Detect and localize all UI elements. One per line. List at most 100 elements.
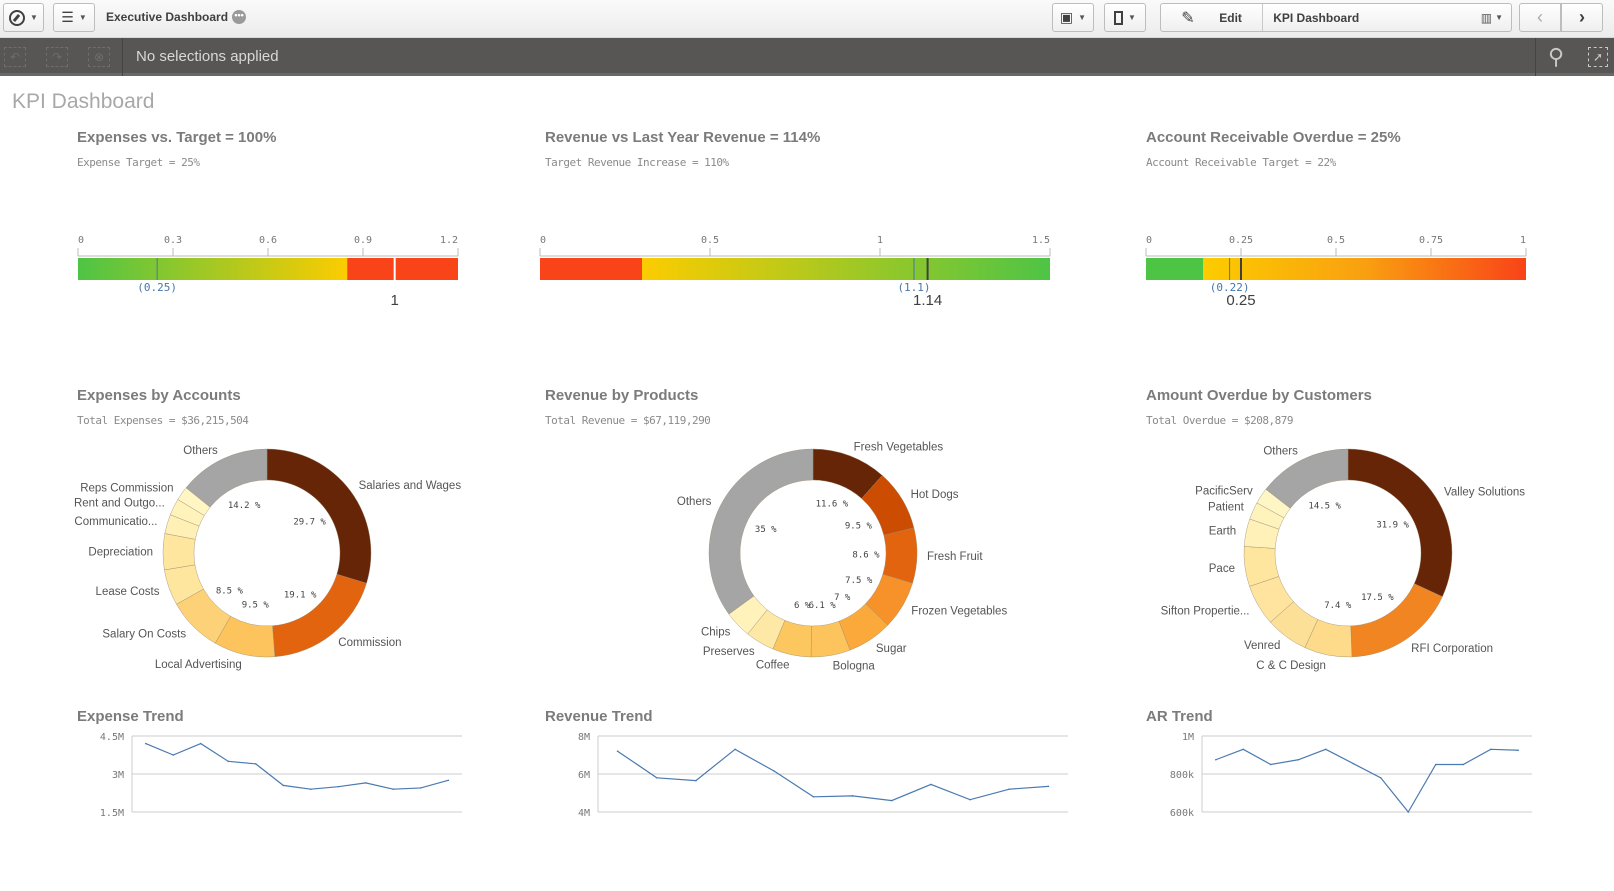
caret-down-icon: ▼ xyxy=(1128,13,1136,22)
data-point xyxy=(172,754,175,756)
sheet-selector[interactable]: KPI Dashboard ▥ ▼ xyxy=(1263,4,1511,31)
donut-slice xyxy=(162,533,196,571)
search-icon[interactable]: ⚲ xyxy=(1548,44,1564,70)
donut-svg: Salaries and Wages 29.7 % Commission 19.1 %… xyxy=(74,445,461,671)
trend-line xyxy=(617,748,1049,802)
sheet-list-button[interactable]: ☰ ▼ xyxy=(53,3,95,32)
slice-label: Fresh Fruit xyxy=(927,551,983,563)
divider xyxy=(122,38,123,76)
data-point xyxy=(695,779,697,782)
next-sheet-button[interactable]: › xyxy=(1561,3,1603,32)
value-label: 1.14 xyxy=(913,292,942,309)
data-point xyxy=(1379,777,1382,779)
tick-label: 0.5 xyxy=(701,236,719,246)
sheet-name: KPI Dashboard xyxy=(1273,10,1360,25)
more-options-icon[interactable]: ••• xyxy=(232,10,247,24)
data-point xyxy=(1489,748,1492,751)
slice-pct-label: 14.5 % xyxy=(1308,501,1341,511)
donut-slice xyxy=(882,527,918,584)
selection-tool-icon[interactable]: ➚ xyxy=(1588,47,1608,67)
slice-label: Pace xyxy=(1209,563,1235,575)
slice-label: Valley Solutions xyxy=(1444,487,1525,499)
data-point xyxy=(1462,763,1465,766)
slice-label: Venred xyxy=(1244,640,1280,652)
data-point xyxy=(773,770,776,772)
chart-icon: ▥ xyxy=(1480,10,1493,25)
tick-label: 1 xyxy=(877,236,883,246)
bookmarks-button[interactable]: ▼ xyxy=(1104,3,1146,32)
slice-pct-label: 7.5 % xyxy=(845,576,873,586)
data-point xyxy=(851,795,854,797)
gauge-segment xyxy=(1203,258,1526,280)
slice-label: Depreciation xyxy=(88,547,153,559)
step-forward-icon[interactable]: ↷ xyxy=(46,47,68,67)
slice-pct-label: 11.6 % xyxy=(816,499,849,509)
data-point xyxy=(392,788,395,790)
edit-sheet-group: ✎ Edit KPI Dashboard ▥ ▼ xyxy=(1160,3,1512,32)
slice-label: Local Advertising xyxy=(155,659,242,671)
chart-title: Expenses by Accounts xyxy=(77,387,241,404)
edit-button[interactable]: ✎ Edit xyxy=(1161,4,1264,31)
tick-label: 0 xyxy=(540,236,546,246)
step-back-icon[interactable]: ↶ xyxy=(4,47,26,67)
present-button[interactable]: ▣ ▼ xyxy=(1052,3,1094,32)
data-point xyxy=(1008,788,1011,790)
slice-pct-label: 6.1 % xyxy=(809,601,837,611)
slice-pct-label: 8.5 % xyxy=(216,586,244,596)
chart-title: Expense Trend xyxy=(77,708,184,725)
tick-label: 0.3 xyxy=(164,236,182,246)
slice-label: Commission xyxy=(338,637,401,649)
slice-label: Patient xyxy=(1208,502,1245,514)
value-label: 0.25 xyxy=(1226,292,1255,309)
target-label: (0.25) xyxy=(137,281,177,294)
slice-pct-label: 7.4 % xyxy=(1324,601,1352,611)
data-point xyxy=(969,798,971,801)
slice-label: Earth xyxy=(1209,526,1237,538)
data-point xyxy=(447,779,450,782)
gauge-svg: 0 0.3 0.6 0.9 1.2 (0.25) 1 xyxy=(77,236,459,309)
y-tick-label: 3M xyxy=(112,770,124,781)
edit-label: Edit xyxy=(1219,10,1242,25)
slice-pct-label: 9.5 % xyxy=(242,601,270,611)
slice-label: Hot Dogs xyxy=(911,489,959,501)
caret-down-icon: ▼ xyxy=(30,13,38,22)
slice-label: Preserves xyxy=(703,646,755,658)
tick-label: 1.2 xyxy=(440,236,458,246)
caret-down-icon: ▼ xyxy=(1495,13,1503,22)
slice-pct-label: 6 % xyxy=(794,601,811,611)
chevron-left-icon: ‹ xyxy=(1537,7,1543,27)
data-point xyxy=(1517,749,1520,752)
data-point xyxy=(144,742,147,745)
navigation-menu-button[interactable]: ▼ xyxy=(3,3,44,32)
data-point xyxy=(364,782,367,784)
data-point xyxy=(734,748,736,751)
donut-slice xyxy=(266,448,372,584)
data-point xyxy=(282,784,285,787)
slice-label: C & C Design xyxy=(1256,660,1326,672)
tick-label: 1.5 xyxy=(1032,236,1050,246)
tick-label: 0.6 xyxy=(259,236,277,246)
presentation-icon: ▣ xyxy=(1059,9,1074,25)
slice-pct-label: 14.2 % xyxy=(228,501,261,511)
app-title[interactable]: Executive Dashboard ••• xyxy=(106,10,247,24)
chart-title: AR Trend xyxy=(1146,708,1213,725)
compass-icon xyxy=(9,9,26,26)
y-tick-label: 1M xyxy=(1182,732,1194,743)
gauge-svg: 0 0.25 0.5 0.75 1(0.22)0.25 xyxy=(1145,236,1527,309)
line-svg: 4.5M 3M 1.5M xyxy=(100,732,462,819)
data-point xyxy=(1407,811,1410,813)
data-point xyxy=(890,799,893,802)
slice-label: Communicatio... xyxy=(74,516,157,528)
line-svg: 1M 800k 600k xyxy=(1170,732,1532,819)
app-title-text: Executive Dashboard xyxy=(106,10,229,24)
slice-label: Sugar xyxy=(876,643,907,655)
previous-sheet-button[interactable]: ‹ xyxy=(1519,3,1561,32)
y-tick-label: 1.5M xyxy=(100,808,124,819)
tick-label: 0.75 xyxy=(1419,236,1443,246)
tick-label: 0.9 xyxy=(354,236,372,246)
data-point xyxy=(1214,758,1217,761)
clear-selections-icon[interactable]: ⊗ xyxy=(88,47,110,67)
slice-label: Others xyxy=(1263,446,1298,458)
line-svg: 8M 6M 4M xyxy=(578,732,1068,819)
donut-svg: Fresh Vegetables 11.6 % Hot Dogs 9.5 % Fresh… xyxy=(677,441,1008,672)
